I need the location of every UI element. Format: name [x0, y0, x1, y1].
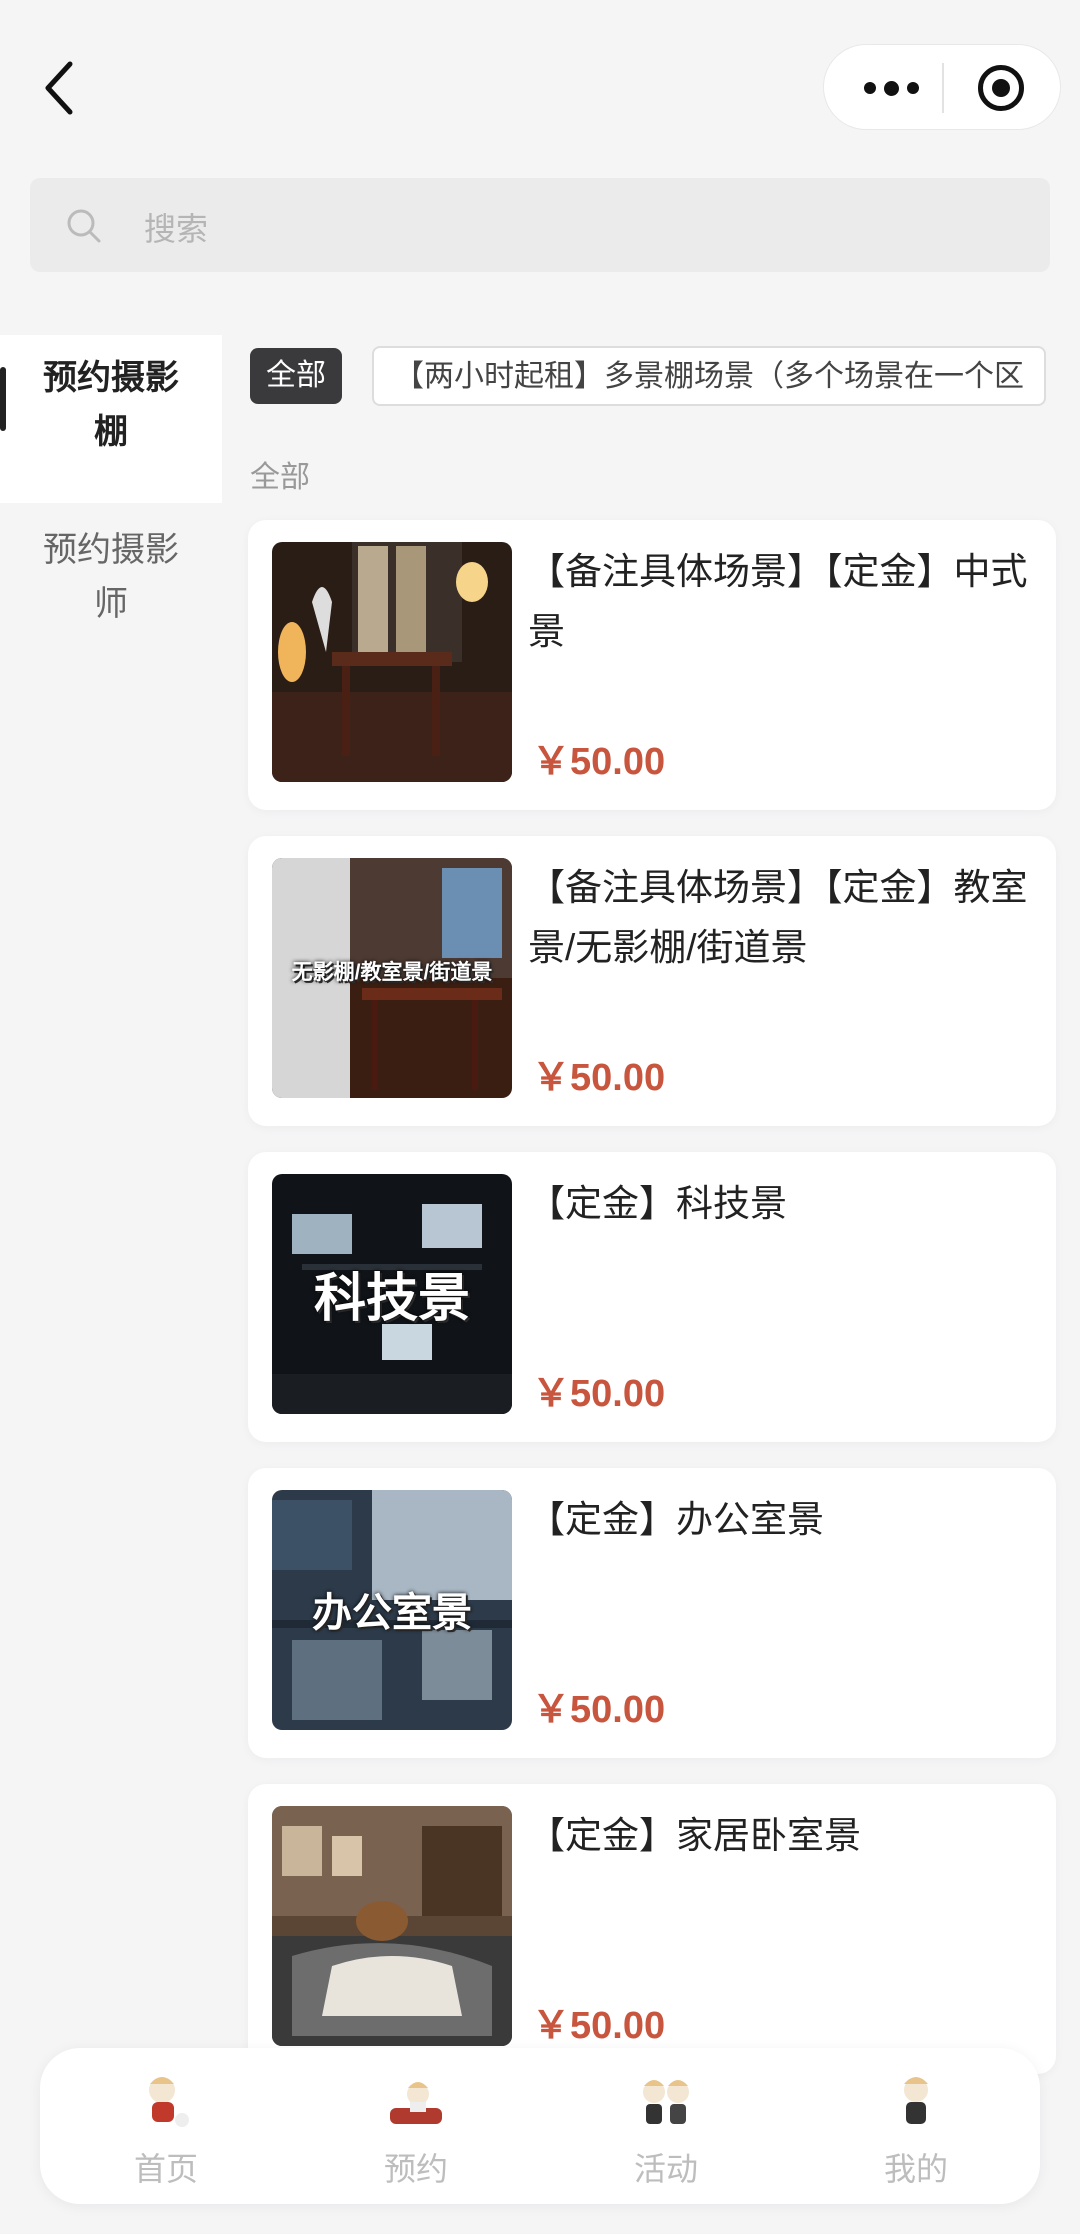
product-image-office-scene: 办公室景: [272, 1490, 512, 1730]
sidebar-item-photographer[interactable]: 预约摄影师: [0, 503, 222, 1033]
product-title: 【备注具体场景】【定金】中式景: [528, 551, 1028, 652]
product-price: ￥50.00: [532, 2005, 666, 2047]
close-target-icon[interactable]: [978, 65, 1024, 111]
activity-mascot-icon: [643, 2080, 689, 2124]
product-card[interactable]: 【定金】家居卧室景 ￥50.00: [248, 1784, 1056, 2074]
thumb-label: 办公室景: [312, 1591, 472, 1635]
product-card[interactable]: 无影棚/教室景/街道景 【备注具体场景】【定金】教室景/无影棚/街道景 ￥50.…: [248, 836, 1056, 1126]
product-card[interactable]: 【备注具体场景】【定金】中式景 ￥50.00: [248, 520, 1056, 810]
tab-home[interactable]: 首页: [86, 2048, 246, 2204]
product-title: 【定金】家居卧室景: [528, 1815, 861, 1856]
thumb-label: 无影棚/教室景/街道景: [291, 961, 493, 984]
tab-activity[interactable]: 活动: [586, 2048, 746, 2204]
product-price: ￥50.00: [532, 1689, 666, 1731]
profile-mascot-icon: [904, 2077, 928, 2124]
tab-booking[interactable]: 预约: [336, 2048, 496, 2204]
tab-label: 首页: [133, 2151, 198, 2187]
product-card[interactable]: 办公室景 【定金】办公室景 ￥50.00: [248, 1468, 1056, 1758]
product-image-bedroom-scene: [272, 1806, 512, 2046]
section-title: 全部: [250, 461, 310, 494]
tab-label: 预约: [383, 2151, 448, 2187]
tab-label: 我的: [883, 2151, 948, 2187]
search-icon: [67, 209, 101, 243]
top-nav-bar: [0, 0, 1080, 160]
product-price: ￥50.00: [532, 1057, 666, 1099]
tab-mine[interactable]: 我的: [836, 2048, 996, 2204]
tab-label: 活动: [633, 2151, 698, 2187]
product-price: ￥50.00: [532, 741, 666, 783]
search-placeholder: 搜索: [144, 211, 209, 247]
sidebar-item-label: 预约摄影棚: [43, 359, 179, 451]
filter-chips: 全部 【两小时起租】多景棚场景（多个场景在一个区: [250, 346, 1080, 412]
filter-chip-all[interactable]: 全部: [250, 348, 342, 404]
search-input[interactable]: 搜索: [30, 178, 1050, 272]
product-image-tech-scene: 科技景: [272, 1174, 512, 1414]
mini-program-capsule: [823, 44, 1061, 130]
thumb-label: 科技景: [313, 1270, 470, 1328]
booking-mascot-icon: [390, 2082, 442, 2124]
product-image-classroom-scene: 无影棚/教室景/街道景: [272, 858, 512, 1098]
product-title: 【备注具体场景】【定金】教室景/无影棚/街道景: [528, 867, 1028, 968]
filter-chip-multi-scene[interactable]: 【两小时起租】多景棚场景（多个场景在一个区: [372, 346, 1046, 406]
active-indicator: [0, 367, 6, 431]
more-options-icon[interactable]: [846, 45, 936, 131]
back-icon[interactable]: [38, 58, 82, 118]
product-price: ￥50.00: [532, 1373, 666, 1415]
bottom-tab-bar: 首页 预约 活动 我的: [40, 2048, 1040, 2204]
product-title: 【定金】办公室景: [528, 1499, 824, 1540]
product-image-chinese-scene: [272, 542, 512, 782]
category-sidebar: 预约摄影棚 预约摄影师: [0, 335, 222, 2234]
sidebar-item-studio[interactable]: 预约摄影棚: [0, 335, 222, 503]
product-title: 【定金】科技景: [528, 1183, 787, 1224]
sidebar-item-label: 预约摄影师: [43, 531, 179, 623]
capsule-divider: [942, 63, 944, 113]
home-mascot-icon: [149, 2077, 189, 2127]
product-card[interactable]: 科技景 【定金】科技景 ￥50.00: [248, 1152, 1056, 1442]
